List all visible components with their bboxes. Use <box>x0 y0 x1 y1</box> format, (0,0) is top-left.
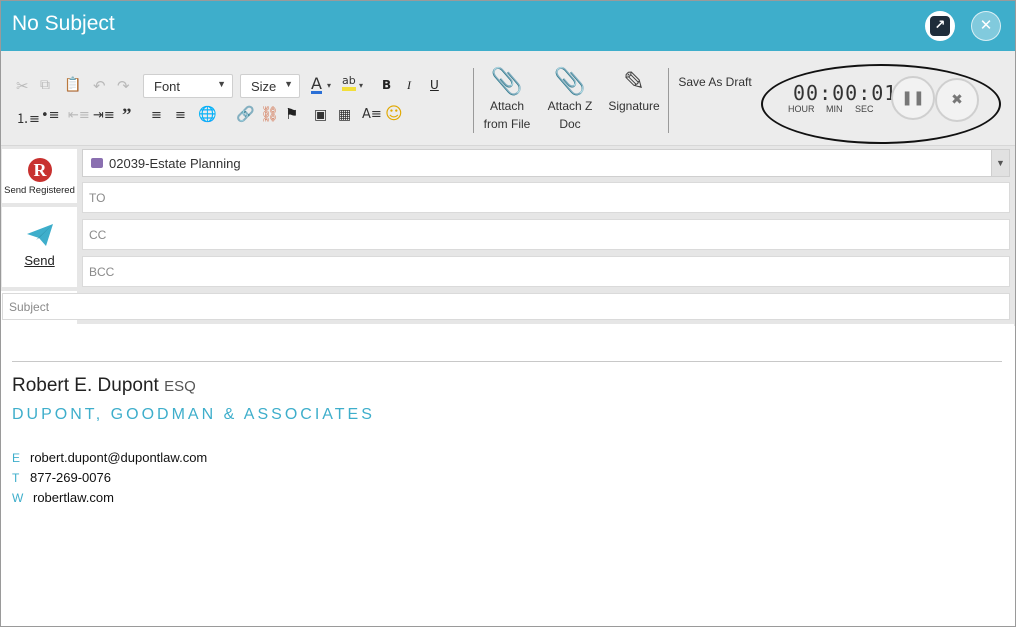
chevron-down-icon: ▼ <box>217 79 226 89</box>
font-color-icon[interactable]: A <box>311 76 322 94</box>
bcc-field[interactable] <box>82 256 1010 287</box>
signature-button[interactable]: ✎ Signature <box>604 67 664 115</box>
link-icon[interactable]: 🔗 <box>236 105 255 123</box>
attach-from-file-label-1: Attach <box>489 99 525 113</box>
to-input[interactable] <box>83 183 1009 212</box>
pause-timer-button[interactable]: ❚❚ <box>891 76 935 120</box>
attach-z-doc-button[interactable]: 📎 Attach Z Doc <box>544 67 596 133</box>
redo-icon[interactable]: ↷ <box>117 77 130 95</box>
timer-display: 00:00:01 <box>793 81 898 105</box>
numbered-list-icon[interactable]: ⒈≡ <box>16 108 40 127</box>
flag-icon[interactable]: ⚑ <box>285 105 298 123</box>
highlight-icon[interactable]: ab <box>342 75 356 91</box>
web-key: W <box>12 491 24 505</box>
cc-input[interactable] <box>83 220 1009 249</box>
message-body[interactable]: Robert E. Dupont ESQ DUPONT, GOODMAN & A… <box>2 324 1014 626</box>
indent-icon[interactable]: ⇥≡ <box>93 108 115 123</box>
matter-select[interactable]: 02039-Estate Planning ▼ <box>82 149 1010 177</box>
size-dropdown-label: Size <box>251 79 277 94</box>
bullet-list-icon[interactable]: •≡ <box>41 108 60 123</box>
emoji-icon[interactable]: ☺ <box>385 104 403 124</box>
cc-field[interactable] <box>82 219 1010 250</box>
font-dropdown[interactable]: Font ▼ <box>143 74 233 98</box>
italic-button[interactable]: I <box>407 78 411 93</box>
paper-plane-icon <box>27 224 53 246</box>
send-registered-button[interactable]: R Send Registered <box>2 149 77 203</box>
align-left-icon[interactable]: ≡ <box>151 108 162 123</box>
attach-from-file-label-2: from File <box>483 117 531 131</box>
chevron-down-icon[interactable]: ▼ <box>991 150 1009 176</box>
size-dropdown[interactable]: Size ▼ <box>240 74 300 98</box>
popout-button[interactable]: ↗ <box>925 11 955 41</box>
paste-icon[interactable]: 📋 <box>64 77 81 93</box>
copy-icon[interactable]: ⧉ <box>40 77 50 93</box>
font-dropdown-label: Font <box>154 79 181 94</box>
chevron-down-icon: ▼ <box>284 79 293 89</box>
signature-web[interactable]: robertlaw.com <box>33 490 114 505</box>
signature-suffix: ESQ <box>164 378 196 395</box>
matter-value: 02039-Estate Planning <box>109 156 241 171</box>
attach-z-doc-label-1: Attach Z <box>547 99 593 113</box>
align-center-icon[interactable]: ≡ <box>175 108 186 123</box>
close-icon: ✖ <box>951 92 963 108</box>
blockquote-icon[interactable]: ” <box>122 105 132 127</box>
close-icon: ✕ <box>979 16 993 34</box>
close-button[interactable]: ✕ <box>971 11 1001 41</box>
paperclip-icon: 📎 <box>553 67 587 97</box>
timer-min-label: MIN <box>826 104 843 114</box>
send-button[interactable]: Send <box>2 207 77 287</box>
toolbar-divider <box>473 68 474 133</box>
signature-name: Robert E. Dupont <box>12 375 159 396</box>
subject-input[interactable] <box>3 294 1009 319</box>
window-title: No Subject <box>12 12 115 35</box>
spellcheck-icon[interactable]: A≡ <box>362 107 382 122</box>
table-icon[interactable]: ▦ <box>338 107 351 123</box>
title-bar: No Subject ↗ ✕ <box>1 1 1015 51</box>
signature-email-row: Erobert.dupont@dupontlaw.com <box>12 450 207 465</box>
timer-hour-label: HOUR <box>788 104 815 114</box>
briefcase-icon <box>91 158 103 168</box>
unlink-icon[interactable]: ⛓ <box>260 105 279 123</box>
cut-icon[interactable]: ✂ <box>16 77 29 95</box>
font-color-caret-icon[interactable]: ▾ <box>327 81 331 90</box>
signature-web-row: Wrobertlaw.com <box>12 490 114 505</box>
bold-button[interactable]: B <box>382 78 391 92</box>
outdent-icon[interactable]: ⇤≡ <box>68 108 90 123</box>
phone-key: T <box>12 471 20 485</box>
underline-button[interactable]: U <box>430 78 439 92</box>
language-icon[interactable]: 🌐 <box>198 105 217 123</box>
undo-icon[interactable]: ↶ <box>93 77 106 95</box>
signature-name-line: Robert E. Dupont ESQ <box>12 375 196 397</box>
timer-sec-label: SEC <box>855 104 874 114</box>
attach-from-file-button[interactable]: 📎 Attach from File <box>482 67 532 133</box>
popout-icon: ↗ <box>930 16 950 36</box>
signature-label: Signature <box>608 99 660 113</box>
image-icon[interactable]: ▣ <box>314 107 327 123</box>
signature-phone: 877-269-0076 <box>30 470 111 485</box>
compose-window: No Subject ↗ ✕ ✂ ⧉ 📋 ↶ ↷ Font ▼ Size ▼ A… <box>0 0 1016 627</box>
email-key: E <box>12 451 21 465</box>
subject-field[interactable] <box>2 293 1010 320</box>
registered-icon: R <box>28 158 52 182</box>
stop-timer-button[interactable]: ✖ <box>935 78 979 122</box>
to-field[interactable] <box>82 182 1010 213</box>
toolbar-divider <box>668 68 669 133</box>
signature-firm: DUPONT, GOODMAN & ASSOCIATES <box>12 406 375 423</box>
save-as-draft-button[interactable]: Save As Draft <box>677 73 753 91</box>
pause-icon: ❚❚ <box>901 90 925 106</box>
signature-phone-row: T 877-269-0076 <box>12 470 111 485</box>
highlight-caret-icon[interactable]: ▾ <box>359 81 363 90</box>
signature-divider <box>12 361 1002 362</box>
paperclip-icon: 📎 <box>490 67 524 97</box>
signature-email[interactable]: robert.dupont@dupontlaw.com <box>30 450 207 465</box>
attach-z-doc-label-2: Doc <box>559 117 581 131</box>
send-registered-label: Send Registered <box>4 185 75 196</box>
send-label: Send <box>24 253 55 268</box>
signature-icon: ✎ <box>623 67 645 97</box>
bcc-input[interactable] <box>83 257 1009 286</box>
